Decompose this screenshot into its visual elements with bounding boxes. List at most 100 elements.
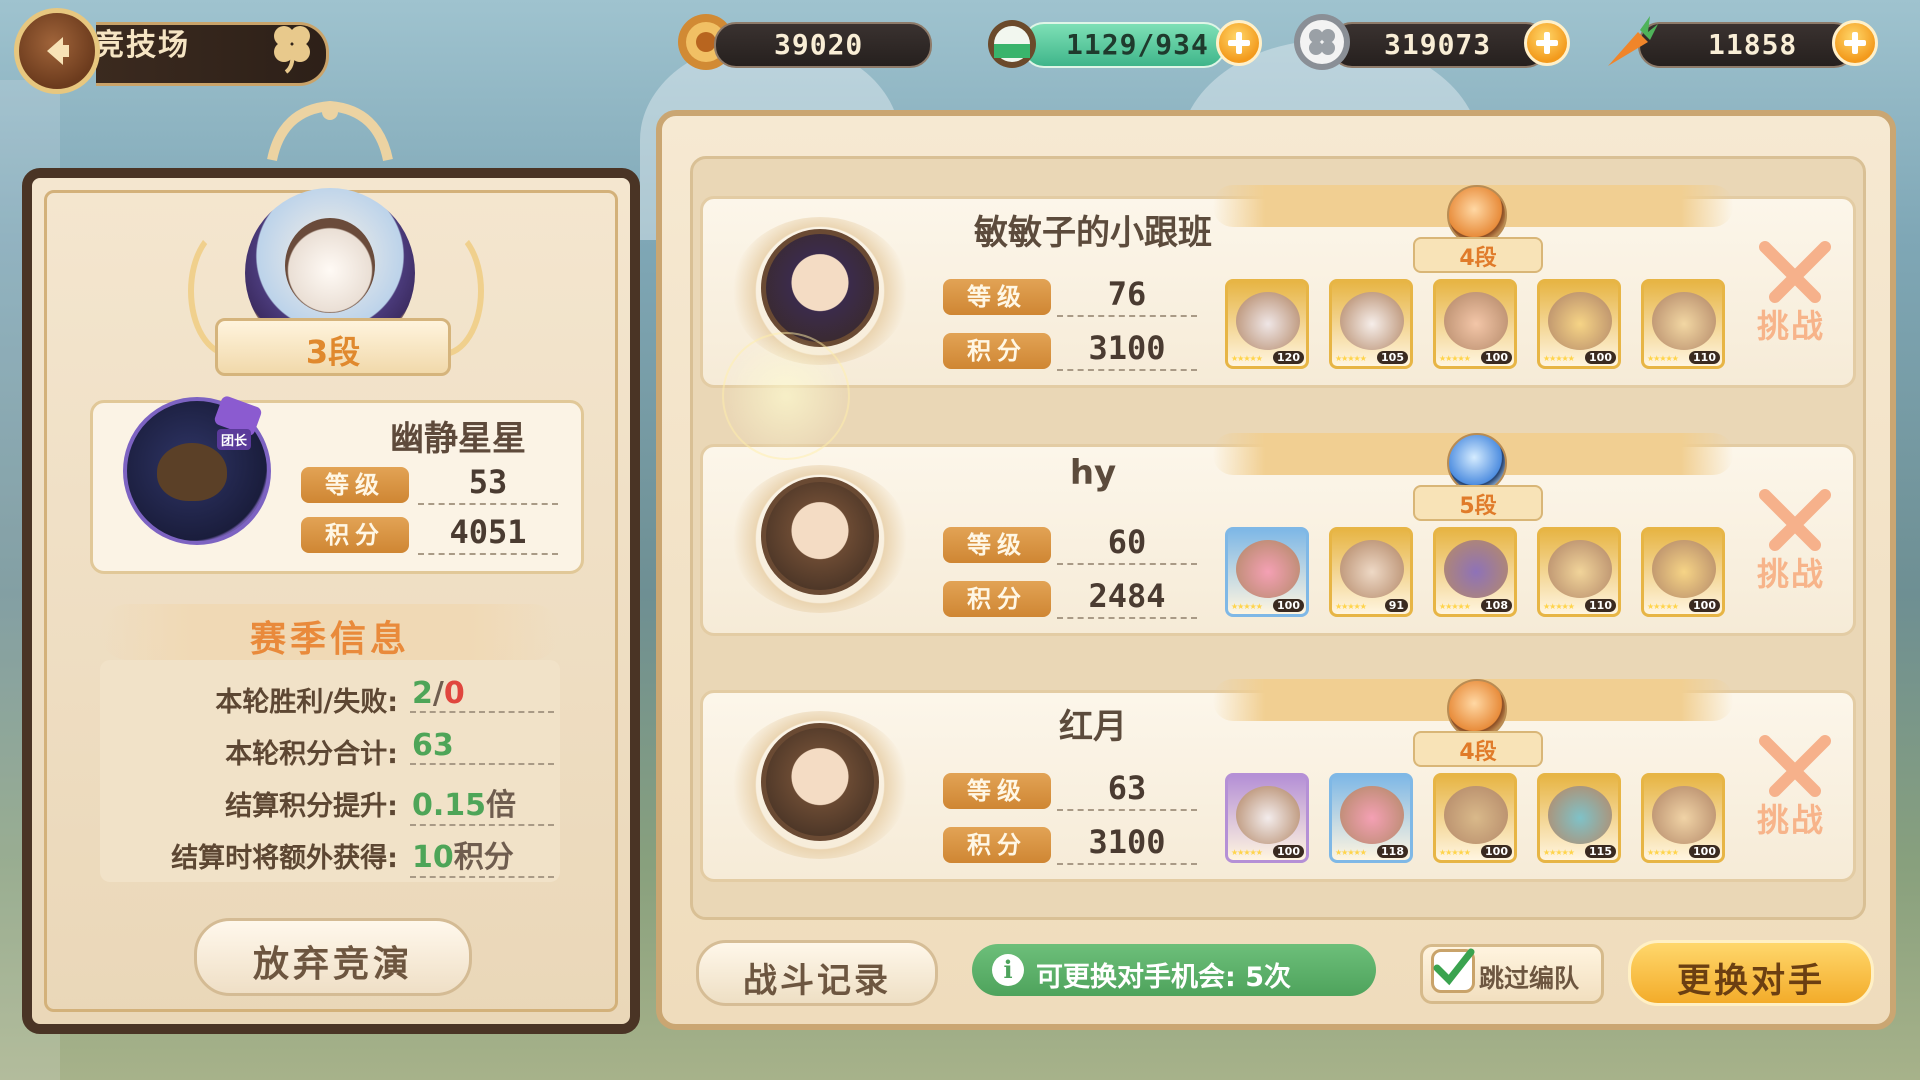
change-opponent-label: 更换对手 [1677,961,1825,1001]
player-level: 53 [418,463,558,505]
hero-level: 100 [1273,845,1304,858]
carrot-value: 11858 [1708,28,1798,61]
winloss-separator: / [432,676,444,711]
opponent-rank-emblem [1447,185,1507,245]
carrot-icon [1608,16,1658,66]
hero-portrait[interactable]: ★★★★★ 120 [1225,279,1309,369]
challenge-button[interactable]: 挑战 [1755,487,1841,597]
hero-face [1236,540,1300,598]
medal-character [285,218,375,313]
hero-level: 91 [1384,599,1408,612]
extra-suffix: 积分 [453,840,514,875]
hero-portrait[interactable]: ★★★★★ 110 [1641,279,1725,369]
crest-ornament [267,100,393,162]
score-label: 积分 [943,333,1051,369]
battle-log-label: 战斗记录 [743,961,891,1001]
hero-portrait[interactable]: ★★★★★ 100 [1433,279,1517,369]
opponent-avatar[interactable] [761,723,879,841]
abandon-button[interactable]: 放弃竞演 [194,918,472,996]
hero-level: 100 [1481,351,1512,364]
hero-face [1340,540,1404,598]
hero-face [1444,540,1508,598]
challenge-button[interactable]: 挑战 [1755,239,1841,349]
hero-level: 105 [1377,351,1408,364]
abandon-label: 放弃竞演 [252,944,413,985]
win-count: 2 [412,676,433,711]
hero-face [1236,292,1300,350]
opponent-rank-emblem [1447,679,1507,739]
hero-stars-icon: ★★★★★ [1543,848,1575,857]
battle-log-button[interactable]: 战斗记录 [696,940,938,1006]
crossed-swords-icon [1759,241,1831,303]
hero-portrait[interactable]: ★★★★★ 115 [1537,773,1621,863]
hero-level: 100 [1585,351,1616,364]
hero-portrait[interactable]: ★★★★★ 100 [1641,773,1725,863]
boost-suffix: 倍 [486,788,517,823]
season-title: 赛季信息 [249,619,410,660]
season-winloss-label: 本轮胜利/失败: [215,687,398,718]
hero-face [1340,786,1404,844]
hero-portrait[interactable]: ★★★★★ 118 [1329,773,1413,863]
opponent-rank: 4段 [1459,740,1497,765]
opponent-avatar[interactable] [761,229,879,347]
opponent-avatar[interactable] [761,477,879,595]
hero-level: 100 [1689,845,1720,858]
add-clover-button[interactable] [1524,20,1570,66]
resource-medal: 39020 [674,14,954,70]
resource-stamina: 1129/934 [982,16,1272,68]
hero-face [1236,786,1300,844]
skip-formation-toggle[interactable]: 跳过编队 [1420,944,1604,1004]
hero-portrait[interactable]: ★★★★★ 100 [1433,773,1517,863]
opponent-score: 3100 [1057,329,1197,371]
hero-portrait[interactable]: ★★★★★ 105 [1329,279,1413,369]
back-button[interactable] [14,8,100,94]
hero-portrait[interactable]: ★★★★★ 100 [1537,279,1621,369]
hero-portrait[interactable]: ★★★★★ 110 [1537,527,1621,617]
hero-stars-icon: ★★★★★ [1439,848,1471,857]
opponent-name: 红月 [1059,707,1127,747]
avatar-character [157,443,227,501]
resource-carrot: 11858 [1598,16,1888,68]
hero-level: 115 [1585,845,1616,858]
clover-icon [274,26,310,74]
hero-portrait[interactable]: ★★★★★ 91 [1329,527,1413,617]
opponent-rank-badge: 5段 [1413,485,1543,521]
score-label: 积分 [943,581,1051,617]
hero-face [1340,292,1404,350]
hero-portrait[interactable]: ★★★★★ 100 [1225,527,1309,617]
hero-stars-icon: ★★★★★ [1647,602,1679,611]
challenge-label: 挑战 [1757,555,1826,593]
hero-stars-icon: ★★★★★ [1335,354,1367,363]
player-card: 团长 幽静星星 等级 53 积分 4051 [90,394,584,574]
hero-level: 110 [1585,599,1616,612]
opponent-rank: 5段 [1459,494,1497,519]
season-boost-value: 0.15倍 [410,780,554,826]
hero-face [1444,292,1508,350]
extra-score: 10 [412,840,454,875]
hero-stars-icon: ★★★★★ [1543,602,1575,611]
add-carrot-button[interactable] [1832,20,1878,66]
season-extra-value: 10积分 [410,832,554,878]
check-icon [1433,948,1475,986]
skip-checkbox[interactable] [1431,948,1475,993]
opponent-level: 76 [1057,275,1197,317]
challenge-button[interactable]: 挑战 [1755,733,1841,843]
hero-portrait[interactable]: ★★★★★ 100 [1641,527,1725,617]
season-boost-label: 结算积分提升: [225,791,398,822]
score-label: 积分 [943,827,1051,863]
level-label: 等级 [943,773,1051,809]
hero-portrait[interactable]: ★★★★★ 108 [1433,527,1517,617]
season-winloss-value: 2/0 [410,676,554,713]
player-avatar[interactable]: 团长 [123,394,271,545]
opponent-card: 4段 敏敏子的小跟班 等级 76 积分 3100 挑战 ★★★★★ 120 ★★… [700,185,1856,388]
hero-level: 100 [1273,599,1304,612]
add-stamina-button[interactable] [1216,20,1262,66]
hero-stars-icon: ★★★★★ [1647,354,1679,363]
hero-portrait[interactable]: ★★★★★ 100 [1225,773,1309,863]
stamina-value: 1129/934 [1066,28,1209,61]
change-opponent-button[interactable]: 更换对手 [1628,940,1874,1006]
hero-level: 110 [1689,351,1720,364]
header: 竞技场 [14,8,344,94]
opponent-card: 4段 红月 等级 63 积分 3100 挑战 ★★★★★ 100 ★★★★★ 1… [700,679,1856,882]
player-rank: 3段 [305,333,361,371]
